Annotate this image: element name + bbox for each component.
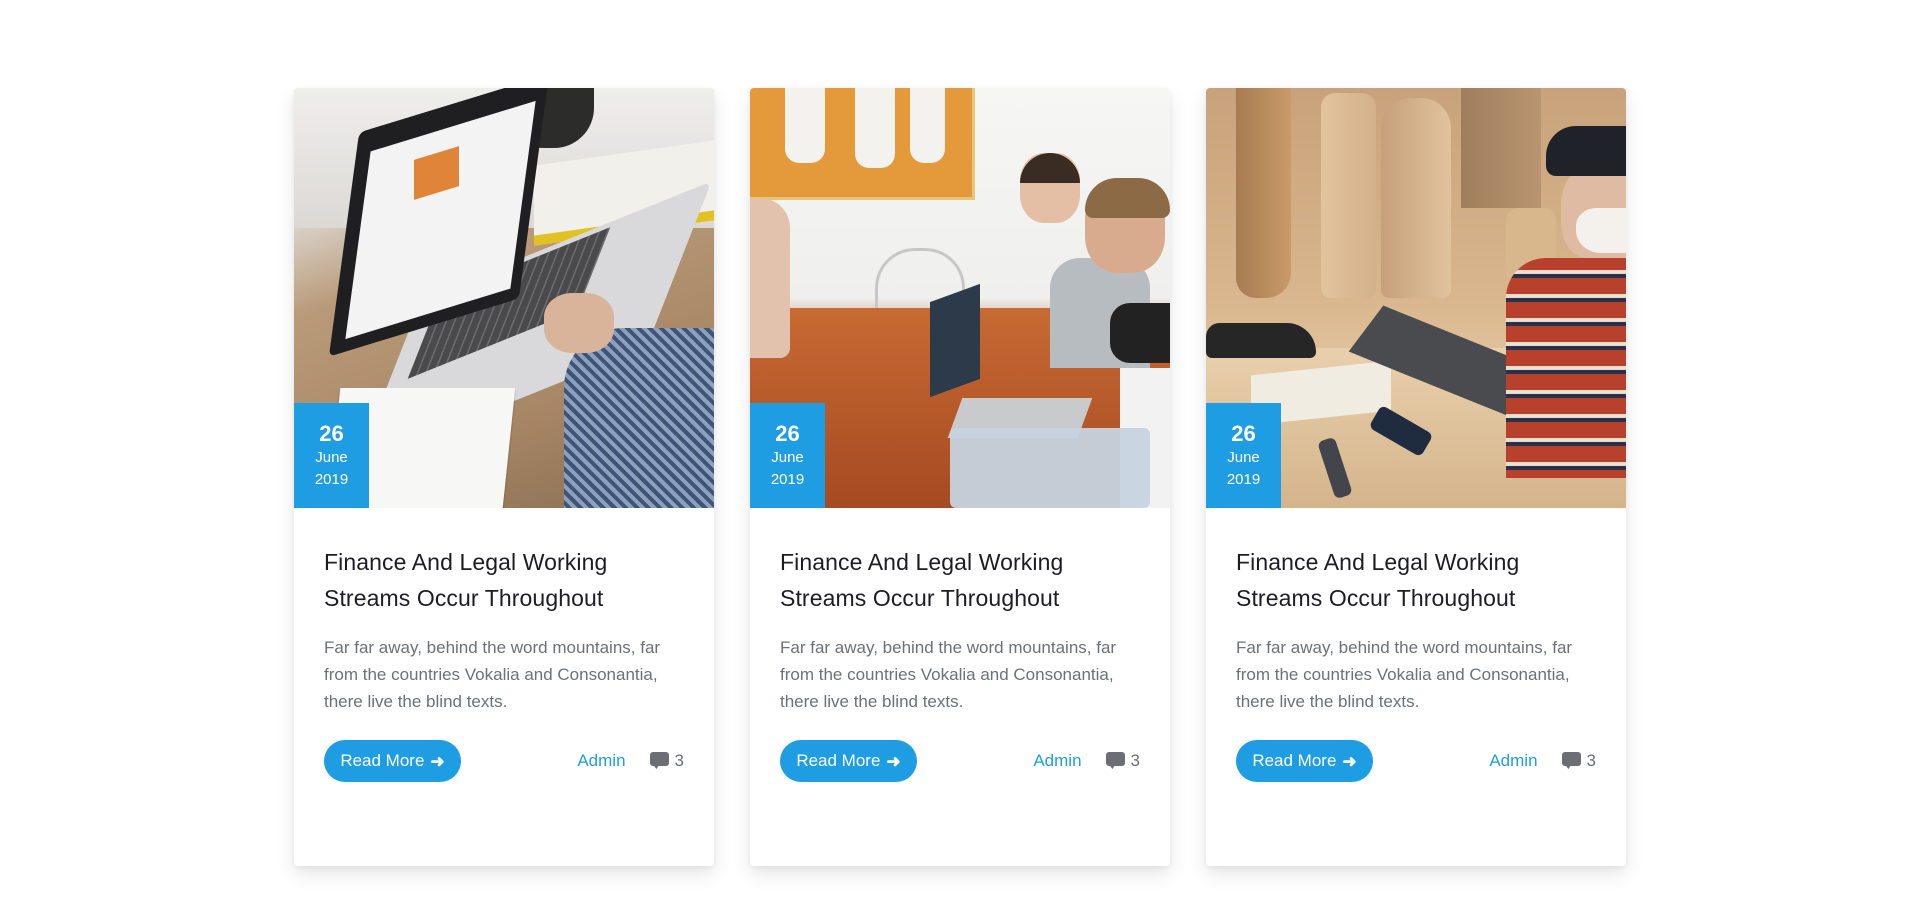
date-year: 2019: [770, 470, 805, 488]
image-laptop: [930, 283, 980, 398]
blog-card: 26 June 2019 Finance And Legal Working S…: [294, 88, 714, 866]
date-badge: 26 June 2019: [750, 403, 825, 508]
post-title[interactable]: Finance And Legal Working Streams Occur …: [324, 544, 684, 616]
image-cap: [1546, 126, 1626, 176]
post-image-team-meeting[interactable]: 26 June 2019: [750, 88, 1170, 508]
post-excerpt: Far far away, behind the word mountains,…: [780, 638, 1117, 711]
read-more-label: Read More: [1252, 751, 1337, 770]
image-dust-mask: [1576, 208, 1626, 253]
read-more-button[interactable]: Read More ➜: [1236, 740, 1373, 782]
comment-count-value: 3: [1130, 751, 1140, 770]
author-link[interactable]: Admin: [577, 751, 625, 771]
image-painting-stroke: [855, 88, 895, 168]
post-image-laptop-desk[interactable]: 26 June 2019: [294, 88, 714, 508]
comment-icon: [649, 752, 669, 770]
post-title[interactable]: Finance And Legal Working Streams Occur …: [780, 544, 1140, 616]
date-badge: 26 June 2019: [294, 403, 369, 508]
image-wood-plank: [1236, 88, 1291, 298]
post-meta: Admin 3: [1489, 751, 1596, 771]
date-month: June: [315, 448, 348, 466]
comment-count[interactable]: 3: [649, 751, 684, 771]
read-more-button[interactable]: Read More ➜: [780, 740, 917, 782]
image-hand-plane: [1206, 323, 1316, 358]
author-link[interactable]: Admin: [1489, 751, 1537, 771]
read-more-label: Read More: [340, 751, 425, 770]
post-title[interactable]: Finance And Legal Working Streams Occur …: [1236, 544, 1596, 616]
image-wood-plank: [1461, 88, 1541, 208]
date-month: June: [1227, 448, 1260, 466]
card-body: Finance And Legal Working Streams Occur …: [1206, 508, 1626, 782]
post-excerpt: Far far away, behind the word mountains,…: [1236, 638, 1573, 711]
image-person-left: [750, 198, 790, 358]
image-black-shirt: [1110, 303, 1170, 363]
card-footer: Read More ➜ Admin 3: [780, 740, 1140, 782]
image-painting-stroke: [910, 88, 945, 163]
comment-icon: [1105, 752, 1125, 770]
date-day: 26: [775, 420, 800, 446]
date-day: 26: [1231, 420, 1256, 446]
image-wood-plank: [1321, 93, 1376, 298]
comment-icon: [1561, 752, 1581, 770]
image-hand: [544, 293, 614, 353]
post-meta: Admin 3: [1033, 751, 1140, 771]
blog-card: 26 June 2019 Finance And Legal Working S…: [750, 88, 1170, 866]
card-footer: Read More ➜ Admin 3: [324, 740, 684, 782]
arrow-right-icon: ➜: [430, 751, 445, 771]
image-person-hair: [1085, 178, 1170, 218]
image-plaid-shirt: [1506, 258, 1626, 478]
card-body: Finance And Legal Working Streams Occur …: [294, 508, 714, 782]
card-footer: Read More ➜ Admin 3: [1236, 740, 1596, 782]
blog-card: 26 June 2019 Finance And Legal Working S…: [1206, 88, 1626, 866]
blog-cards: 26 June 2019 Finance And Legal Working S…: [294, 88, 1626, 866]
read-more-button[interactable]: Read More ➜: [324, 740, 461, 782]
date-year: 2019: [1226, 470, 1261, 488]
image-arm: [564, 328, 714, 508]
comment-count[interactable]: 3: [1105, 751, 1140, 771]
date-badge: 26 June 2019: [1206, 403, 1281, 508]
arrow-right-icon: ➜: [1342, 751, 1357, 771]
image-painting-stroke: [785, 88, 825, 163]
post-image-woodworker[interactable]: 26 June 2019: [1206, 88, 1626, 508]
arrow-right-icon: ➜: [886, 751, 901, 771]
post-meta: Admin 3: [577, 751, 684, 771]
image-laptop: [950, 428, 1150, 508]
post-excerpt: Far far away, behind the word mountains,…: [324, 638, 661, 711]
author-link[interactable]: Admin: [1033, 751, 1081, 771]
comment-count-value: 3: [674, 751, 684, 770]
date-day: 26: [319, 420, 344, 446]
date-month: June: [771, 448, 804, 466]
comment-count[interactable]: 3: [1561, 751, 1596, 771]
read-more-label: Read More: [796, 751, 881, 770]
image-wood-plank: [1381, 98, 1451, 298]
card-body: Finance And Legal Working Streams Occur …: [750, 508, 1170, 782]
date-year: 2019: [314, 470, 349, 488]
comment-count-value: 3: [1586, 751, 1596, 770]
